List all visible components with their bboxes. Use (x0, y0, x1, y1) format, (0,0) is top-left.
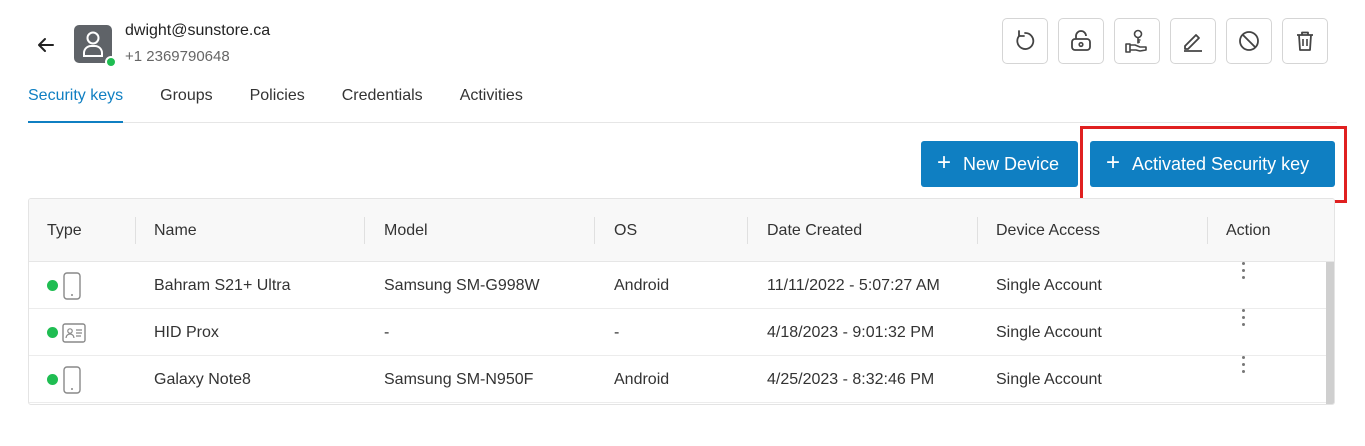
tab-security-keys[interactable]: Security keys (28, 84, 124, 123)
refresh-button[interactable] (1002, 18, 1048, 64)
name-cell: Bahram S21+ Ultra (154, 276, 291, 294)
refresh-icon (1016, 30, 1035, 50)
hand-key-icon (1125, 29, 1147, 53)
user-phone: +1 2369790648 (125, 48, 230, 65)
model-cell: - (384, 323, 390, 341)
tab-credentials[interactable]: Credentials (342, 84, 423, 123)
os-cell: Android (614, 276, 670, 294)
unlock-icon (1071, 30, 1091, 51)
type-cell (47, 262, 82, 309)
row-actions-menu[interactable] (1242, 262, 1245, 309)
column-header-model: Model (384, 221, 428, 239)
active-status-dot (47, 280, 58, 291)
name-cell: HID Prox (154, 323, 219, 341)
date-cell: 4/25/2023 - 8:32:46 PM (767, 370, 935, 388)
row-actions-menu[interactable] (1242, 309, 1245, 356)
column-header-device-access: Device Access (996, 221, 1101, 239)
column-header-os: OS (614, 221, 638, 239)
access-cell: Single Account (996, 323, 1102, 341)
plus-icon: + (937, 149, 952, 176)
user-icon (83, 31, 103, 57)
avatar (74, 25, 117, 68)
access-cell: Single Account (996, 276, 1102, 294)
table-row[interactable]: Bahram S21+ Ultra Samsung SM-G998W Andro… (29, 262, 1334, 309)
online-status-dot (105, 56, 117, 68)
tab-policies[interactable]: Policies (250, 84, 305, 123)
new-device-label: New Device (963, 153, 1060, 174)
activated-security-key-button[interactable]: + Activated Security key (1090, 141, 1335, 187)
os-cell: Android (614, 370, 670, 388)
tab-bar: Security keys Groups Policies Credential… (28, 84, 1337, 123)
hand-key-button[interactable] (1114, 18, 1160, 64)
column-divider (1207, 217, 1208, 244)
table-row[interactable]: Galaxy Note8 Samsung SM-N950F Android 4/… (29, 356, 1334, 403)
edit-icon (1184, 34, 1202, 52)
trash-icon (1297, 31, 1313, 51)
tab-activities[interactable]: Activities (460, 84, 523, 123)
edit-button[interactable] (1170, 18, 1216, 64)
back-button[interactable] (34, 33, 58, 57)
os-cell: - (614, 323, 620, 341)
access-cell: Single Account (996, 370, 1102, 388)
phone-icon (63, 271, 81, 300)
vertical-scrollbar[interactable] (1326, 262, 1334, 404)
table-header: Type Name Model OS Date Created Device A… (29, 199, 1334, 262)
id-card-icon (62, 322, 86, 343)
tab-groups[interactable]: Groups (160, 84, 212, 123)
model-cell: Samsung SM-G998W (384, 276, 540, 294)
column-header-name: Name (154, 221, 197, 239)
plus-icon: + (1106, 149, 1121, 176)
action-toolbar (1002, 18, 1328, 64)
type-cell (47, 309, 86, 356)
new-device-button[interactable]: + New Device (921, 141, 1078, 187)
table-row[interactable]: HID Prox - - 4/18/2023 - 9:01:32 PM Sing… (29, 309, 1334, 356)
active-status-dot (47, 374, 58, 385)
date-cell: 4/18/2023 - 9:01:32 PM (767, 323, 935, 341)
block-icon (1239, 31, 1259, 51)
block-button[interactable] (1226, 18, 1272, 64)
name-cell: Galaxy Note8 (154, 370, 251, 388)
model-cell: Samsung SM-N950F (384, 370, 534, 388)
phone-icon (63, 365, 81, 394)
column-divider (747, 217, 748, 244)
security-keys-table: Type Name Model OS Date Created Device A… (28, 198, 1335, 405)
activated-security-key-label: Activated Security key (1132, 153, 1310, 174)
column-header-date-created: Date Created (767, 221, 863, 239)
user-email: dwight@sunstore.ca (125, 22, 271, 39)
type-cell (47, 356, 82, 403)
column-header-action: Action (1226, 221, 1271, 239)
column-divider (364, 217, 365, 244)
row-actions-menu[interactable] (1242, 356, 1245, 403)
active-status-dot (47, 327, 58, 338)
date-cell: 11/11/2022 - 5:07:27 AM (767, 276, 940, 294)
arrow-left-icon (38, 38, 54, 52)
column-divider (135, 217, 136, 244)
column-header-type: Type (47, 221, 82, 239)
delete-button[interactable] (1282, 18, 1328, 64)
unlock-button[interactable] (1058, 18, 1104, 64)
column-divider (594, 217, 595, 244)
column-divider (977, 217, 978, 244)
